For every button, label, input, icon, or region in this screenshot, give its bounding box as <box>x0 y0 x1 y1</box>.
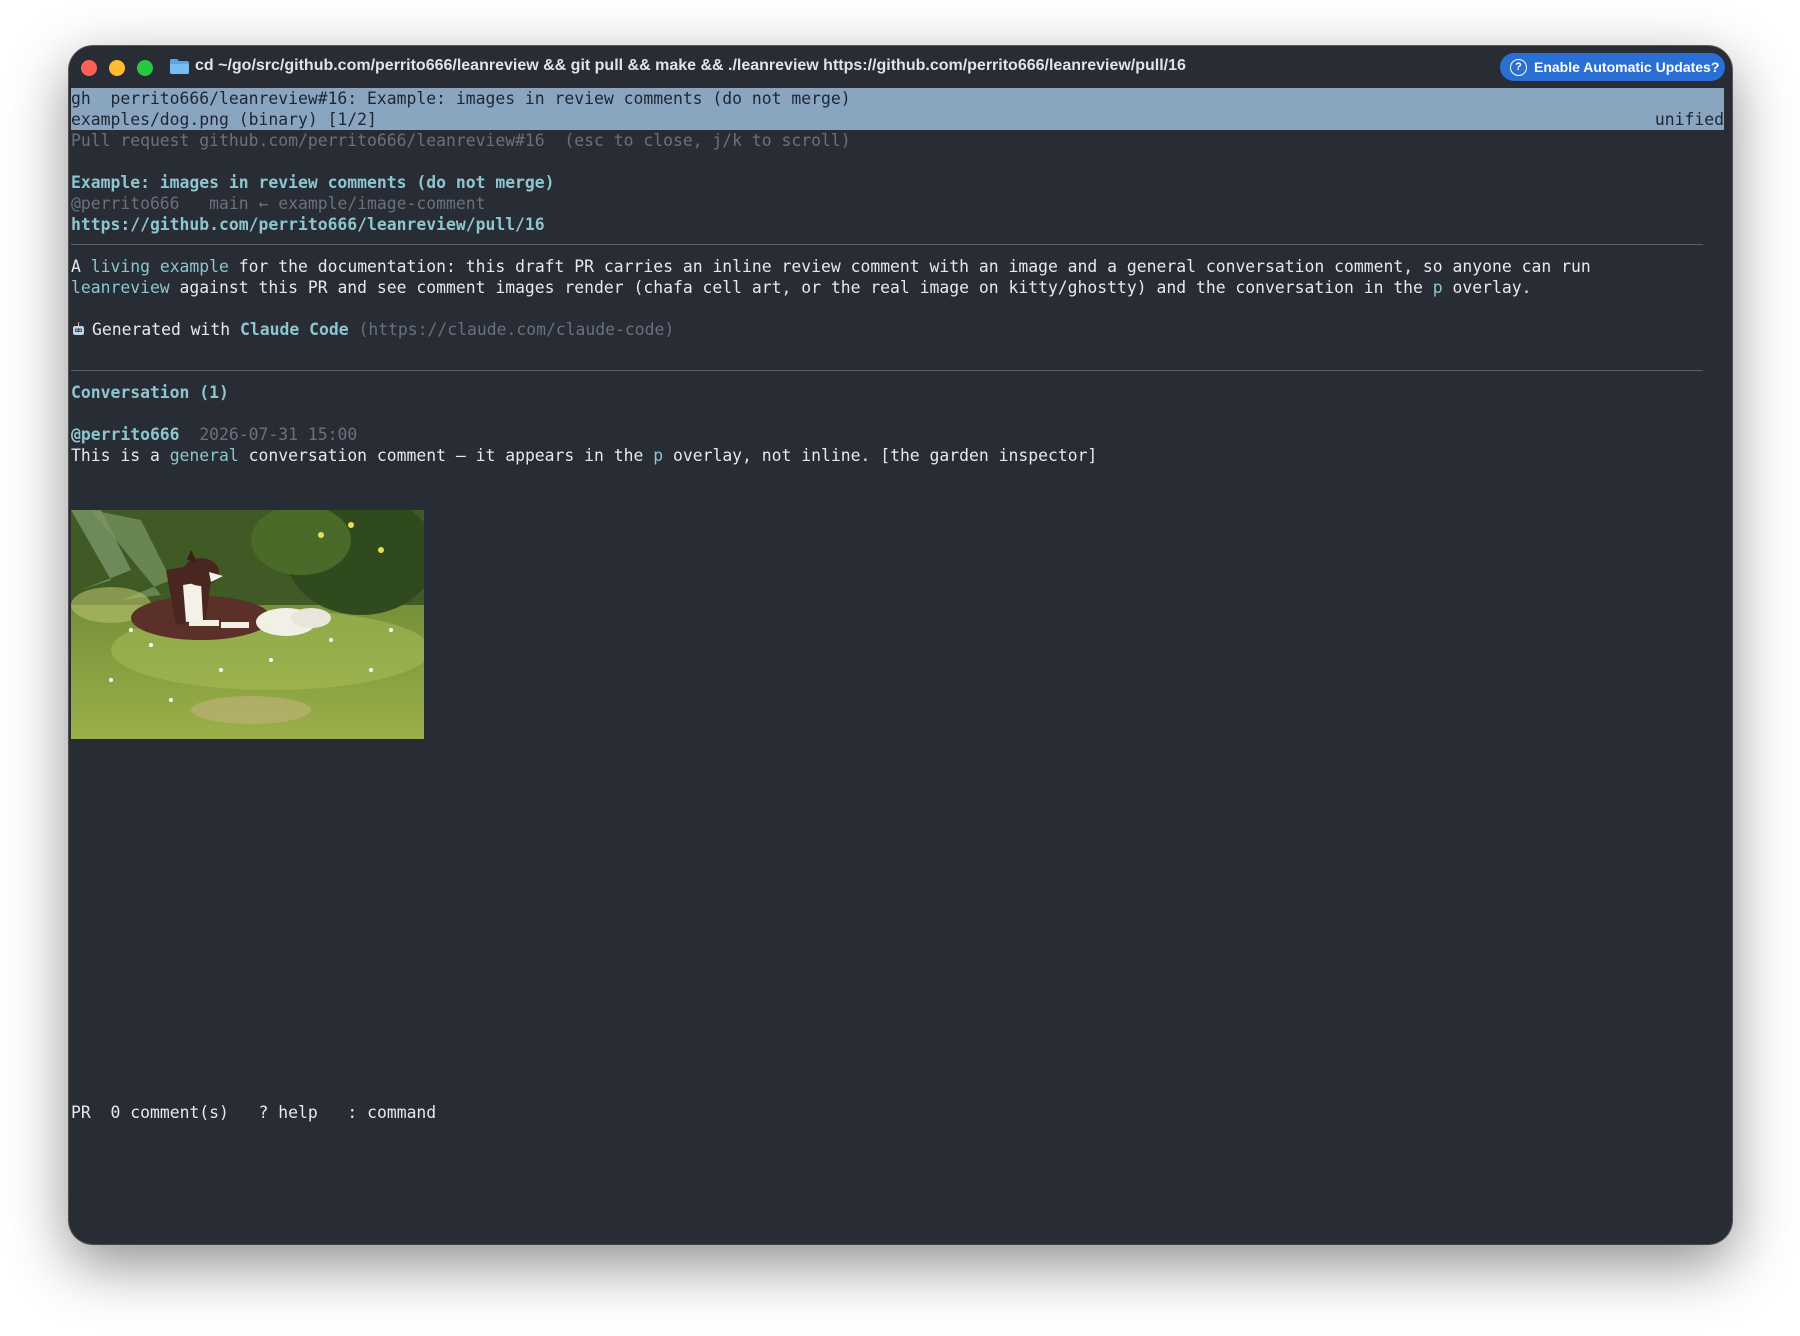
claude-code-link[interactable]: Claude Code <box>240 320 349 339</box>
comment-author: @perrito666 <box>71 425 180 444</box>
enable-automatic-updates-button[interactable]: ? Enable Automatic Updates? <box>1500 53 1725 81</box>
header-line: gh perrito666/leanreview#16: Example: im… <box>71 89 851 108</box>
pr-branches: main ← example/image-comment <box>209 194 486 213</box>
comment-timestamp: 2026-07-31 15:00 <box>199 425 358 444</box>
pr-title: Example: images in review comments (do n… <box>71 173 555 192</box>
divider <box>71 244 1703 245</box>
folder-icon <box>170 59 189 74</box>
generated-line: Generated with Claude Code (https://clau… <box>71 319 674 340</box>
status-command[interactable]: : command <box>347 1103 436 1122</box>
status-help[interactable]: ? help <box>259 1103 318 1122</box>
living-example-link[interactable]: living example <box>91 257 229 276</box>
divider <box>71 370 1703 371</box>
status-mode: PR <box>71 1103 91 1122</box>
zoom-window-button[interactable] <box>137 60 153 76</box>
status-comments: 0 comment(s) <box>110 1103 229 1122</box>
question-icon: ? <box>1510 58 1527 76</box>
title-bar: cd ~/go/src/github.com/perrito666/leanre… <box>69 46 1732 88</box>
terminal-window: cd ~/go/src/github.com/perrito666/leanre… <box>69 46 1732 1244</box>
update-button-label: Enable Automatic Updates? <box>1534 59 1720 75</box>
diff-mode-indicator: unified <box>1654 110 1724 129</box>
p-key-hint: p <box>1432 278 1443 297</box>
pr-body-line-1: A living example for the documentation: … <box>71 257 1591 276</box>
pr-url[interactable]: https://github.com/perrito666/leanreview… <box>71 214 545 235</box>
comment-header: @perrito666 2026-07-31 15:00 <box>71 424 357 445</box>
status-bar: PR 0 comment(s) ? help : command <box>71 1102 436 1123</box>
robot-icon <box>73 322 84 335</box>
close-window-button[interactable] <box>81 60 97 76</box>
minimize-window-button[interactable] <box>109 60 125 76</box>
comment-body: This is a general conversation comment —… <box>71 446 1098 465</box>
window-title: cd ~/go/src/github.com/perrito666/leanre… <box>195 57 1186 74</box>
current-file: examples/dog.png (binary) [1/2] <box>71 110 377 129</box>
p-key-hint: p <box>653 446 664 465</box>
overlay-subtitle: Pull request github.com/perrito666/leanr… <box>71 131 851 150</box>
comment-image-dog <box>71 510 424 739</box>
general-link[interactable]: general <box>170 446 239 465</box>
terminal-content[interactable]: gh perrito666/leanreview#16: Example: im… <box>71 88 1724 1244</box>
conversation-heading: Conversation (1) <box>71 383 229 402</box>
pr-body-line-2: leanreview against this PR and see comme… <box>71 278 1532 297</box>
leanreview-link[interactable]: leanreview <box>71 278 170 297</box>
pr-author: @perrito666 <box>71 194 180 213</box>
pr-meta: @perrito666 main ← example/image-comment <box>71 193 485 214</box>
